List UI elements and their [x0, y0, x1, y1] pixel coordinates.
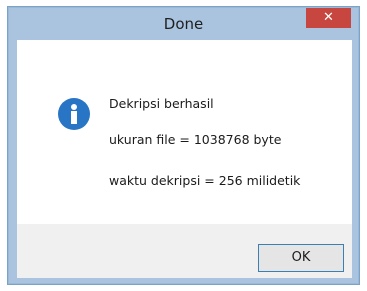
info-icon-stem — [71, 111, 77, 124]
message-line-file-size: ukuran file = 1038768 byte — [109, 132, 282, 147]
info-icon-dot — [71, 104, 77, 110]
dialog-frame: Done ✕ Dekripsi berhasil ukuran file = 1… — [8, 7, 359, 284]
close-icon: ✕ — [323, 10, 334, 25]
message-line-decrypt-time: waktu dekripsi = 256 milidetik — [109, 173, 301, 188]
dialog-client-area: Dekripsi berhasil ukuran file = 1038768 … — [17, 40, 352, 278]
ok-button[interactable]: OK — [258, 244, 344, 272]
title-bar[interactable]: Done ✕ — [9, 8, 358, 40]
info-icon — [58, 98, 90, 130]
close-button[interactable]: ✕ — [306, 8, 351, 28]
button-bar: OK — [17, 224, 352, 278]
message-line-status: Dekripsi berhasil — [109, 96, 214, 111]
message-area: Dekripsi berhasil ukuran file = 1038768 … — [17, 40, 352, 224]
message-dialog: Done ✕ Dekripsi berhasil ukuran file = 1… — [7, 6, 360, 285]
